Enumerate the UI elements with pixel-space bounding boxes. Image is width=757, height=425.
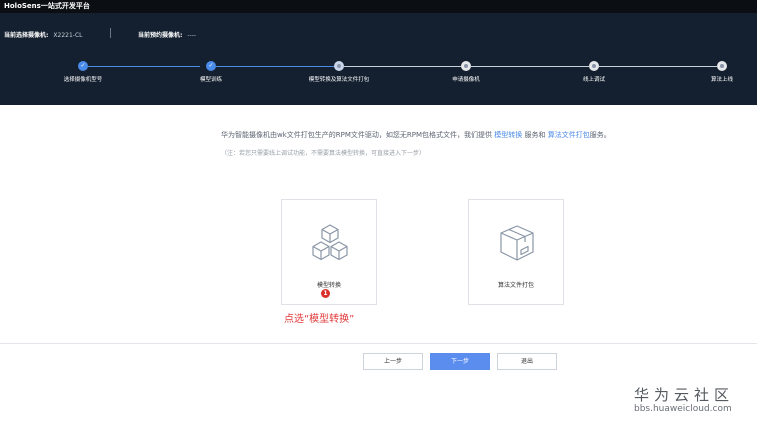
header-separator xyxy=(110,28,111,38)
pending-step-marker xyxy=(592,64,596,68)
step-label: 算法上线 xyxy=(710,77,734,83)
annotation-badge: 1 xyxy=(321,289,330,298)
model-conversion-card[interactable]: 模型转换 xyxy=(281,199,377,305)
step-dot-select-camera[interactable]: ✓ xyxy=(78,61,88,71)
step-label: 模型训练 xyxy=(199,77,223,83)
algorithm-packaging-card-label: 算法文件打包 xyxy=(497,282,534,289)
watermark-logo: 华为云社区 xyxy=(634,386,735,404)
note-text: （注：若您只需要线上调试功能，不需要算法模型转换，可直接进入下一步） xyxy=(221,150,426,157)
current-step-marker xyxy=(337,64,341,68)
intro-end: 服务。 xyxy=(589,131,611,139)
step-label: 申请摄像机 xyxy=(452,77,480,83)
model-conversion-card-label: 模型转换 xyxy=(316,282,341,289)
algorithm-packaging-card[interactable]: 算法文件打包 xyxy=(468,199,564,305)
selected-camera-label: 当前选择摄像机: xyxy=(4,32,49,39)
intro-text-body: 华为智能摄像机由wk文件打包生产的RPM文件驱动，如您无RPM包格式文件，我们提… xyxy=(221,131,493,139)
selected-camera-info: 当前选择摄像机: X2221-CL xyxy=(4,30,82,39)
annotation-hint: 点选“模型转换” xyxy=(284,314,355,325)
progress-track-done xyxy=(216,66,334,67)
step-label: 模型转换及算法文件打包 xyxy=(308,77,370,83)
progress-track-done xyxy=(88,66,200,67)
pending-step-marker xyxy=(464,64,468,68)
model-conversion-link[interactable]: 模型转换 xyxy=(494,131,522,139)
cubes-icon xyxy=(312,224,348,261)
step-dot-model-conversion[interactable] xyxy=(334,61,344,71)
progress-track-todo xyxy=(598,66,717,67)
step-label: 线上调试 xyxy=(582,77,606,83)
intro-text: 华为智能摄像机由wk文件打包生产的RPM文件驱动，如您无RPM包格式文件，我们提… xyxy=(221,130,611,140)
check-icon: ✓ xyxy=(208,62,214,69)
progress-track-todo xyxy=(344,66,462,67)
progress-track-todo xyxy=(471,66,589,67)
exit-button[interactable]: 退出 xyxy=(497,353,557,370)
reserved-camera-info: 当前预约摄像机: ---- xyxy=(138,30,196,39)
footer-divider xyxy=(0,343,757,344)
step-dot-apply-camera[interactable] xyxy=(461,61,471,71)
step-label: 选择摄像机型号 xyxy=(63,77,103,83)
next-step-button[interactable]: 下一步 xyxy=(430,353,490,370)
selected-camera-value: X2221-CL xyxy=(53,32,83,39)
intro-and: 服务和 xyxy=(524,131,546,139)
check-icon: ✓ xyxy=(80,62,86,69)
header: 当前选择摄像机: X2221-CL 当前预约摄像机: ---- ✓ ✓ 选择摄像机型… xyxy=(0,13,757,105)
step-dot-online-debug[interactable] xyxy=(589,61,599,71)
algorithm-packaging-link[interactable]: 算法文件打包 xyxy=(548,131,590,139)
reserved-camera-label: 当前预约摄像机: xyxy=(138,32,183,39)
watermark-url: bbs.huaweicloud.com xyxy=(634,404,732,414)
prev-step-button[interactable]: 上一步 xyxy=(363,353,423,370)
package-box-icon xyxy=(500,225,534,261)
step-dot-model-training[interactable]: ✓ xyxy=(206,61,216,71)
reserved-camera-value: ---- xyxy=(187,32,197,39)
pending-step-marker xyxy=(720,64,724,68)
app-title: HoloSens一站式开发平台 xyxy=(0,0,757,13)
step-dot-algorithm-launch[interactable] xyxy=(717,61,727,71)
